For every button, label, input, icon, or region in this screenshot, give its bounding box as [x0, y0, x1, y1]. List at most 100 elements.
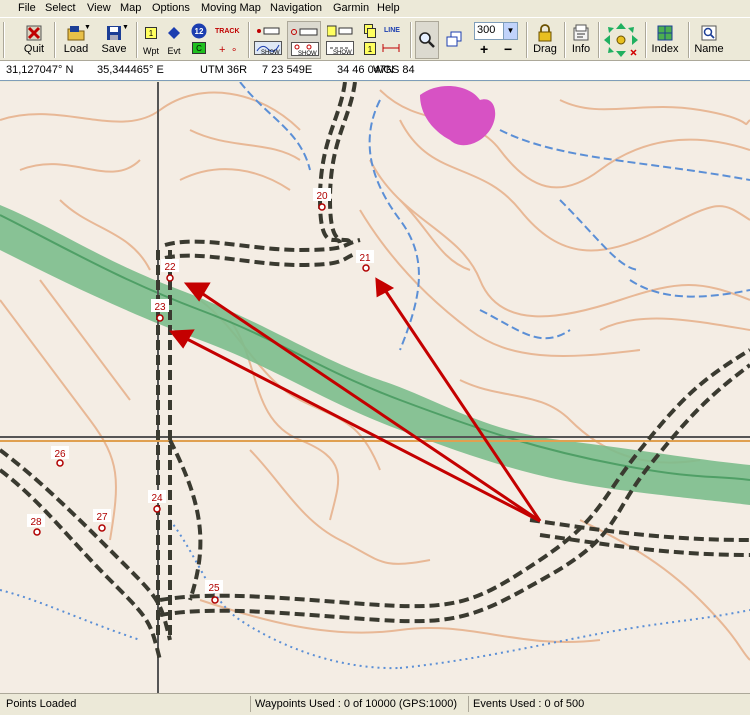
- waypoint-label: 25: [208, 583, 220, 594]
- toolbar-separator: [136, 22, 138, 58]
- route-badge-icon: 12: [191, 23, 207, 39]
- line-label: LINE: [384, 27, 400, 34]
- waypoint-marker[interactable]: [156, 314, 164, 322]
- info-icon: [573, 24, 589, 41]
- toolbar-separator: [645, 22, 647, 58]
- show-events-button[interactable]: SHOW: [324, 21, 356, 59]
- status-events-used: Events Used : 0 of 500: [468, 696, 748, 712]
- menu-map[interactable]: Map: [120, 1, 141, 16]
- event-icon: [168, 27, 180, 39]
- waypoint-label: 26: [54, 449, 66, 460]
- waypoint-marker[interactable]: [362, 264, 370, 272]
- menu-navigation[interactable]: Navigation: [270, 1, 322, 16]
- status-waypoints-used: Waypoints Used : 0 of 10000 (GPS:1000): [250, 696, 466, 712]
- latitude: 31,127047° N: [6, 64, 74, 76]
- show-track-button[interactable]: SHOW: [252, 21, 284, 59]
- name-button[interactable]: Name: [692, 21, 726, 59]
- evt-label: Evt: [167, 46, 181, 56]
- index-label: Index: [651, 43, 679, 55]
- waypoint-label: 22: [164, 262, 176, 273]
- map-canvas[interactable]: 20 21 22 23 24 25 26 27 28: [0, 82, 750, 693]
- waypoint-label: 21: [359, 253, 371, 264]
- load-label: Load: [63, 43, 89, 55]
- track-point-icon: ∘: [231, 45, 238, 56]
- window-tool-button[interactable]: [442, 21, 466, 59]
- copy-icon: [364, 24, 376, 38]
- event-button[interactable]: Evt: [163, 21, 185, 59]
- zoom-level-select[interactable]: 300 ▼: [474, 22, 518, 40]
- pan-arrows-icon: [604, 23, 638, 57]
- menu-select[interactable]: Select: [45, 1, 76, 16]
- menu-moving-map[interactable]: Moving Map: [201, 1, 261, 16]
- toolbar-grip: [3, 22, 5, 58]
- topographic-map[interactable]: 20 21 22 23 24 25 26 27 28: [0, 82, 750, 693]
- toolbar-separator: [410, 22, 412, 58]
- info-label: Info: [571, 43, 591, 55]
- menu-garmin[interactable]: Garmin: [333, 1, 369, 16]
- waypoint-label: 20: [316, 191, 328, 202]
- waypoint-label: 23: [154, 302, 166, 313]
- waypoint-marker[interactable]: [153, 505, 161, 513]
- pan-button[interactable]: [600, 21, 642, 59]
- show-waypoints-button[interactable]: SHOW: [287, 21, 321, 59]
- waypoint-marker[interactable]: [318, 203, 326, 211]
- waypoint-small-icon: 1: [364, 42, 376, 55]
- menu-options[interactable]: Options: [152, 1, 190, 16]
- folder-icon: [67, 26, 85, 41]
- windows-icon: [446, 31, 462, 47]
- show-events-label: SHOW: [333, 50, 352, 56]
- show-waypoints-label: SHOW: [298, 51, 317, 57]
- toolbar-separator: [54, 22, 56, 58]
- event-list-icon: [327, 25, 353, 37]
- drag-button[interactable]: Drag: [530, 21, 560, 59]
- quit-icon: [26, 25, 42, 41]
- toolbar-separator: [564, 22, 566, 58]
- waypoint-marker[interactable]: [56, 459, 64, 467]
- waypoint-button[interactable]: 1 Wpt: [140, 21, 162, 59]
- status-points-loaded: Points Loaded: [6, 698, 77, 710]
- drag-label: Drag: [533, 43, 557, 55]
- route-green-icon: C: [192, 42, 206, 54]
- menu-help[interactable]: Help: [377, 1, 400, 16]
- index-icon: [657, 25, 673, 41]
- load-dropdown-icon[interactable]: ▼: [84, 24, 91, 32]
- toolbar-separator: [526, 22, 528, 58]
- utm-easting: 7 23 549E: [262, 64, 313, 76]
- route-button[interactable]: 12 C: [188, 21, 210, 59]
- quit-button[interactable]: Quit: [20, 21, 48, 59]
- save-label: Save: [101, 43, 127, 55]
- floppy-icon: [107, 26, 121, 40]
- menu-bar: File Select View Map Options Moving Map …: [0, 0, 750, 17]
- waypoint-marker[interactable]: [211, 596, 219, 604]
- track-label: TRACK: [215, 28, 240, 35]
- status-bar: Points Loaded Waypoints Used : 0 of 1000…: [0, 693, 750, 715]
- zoom-in-button[interactable]: +: [480, 42, 488, 56]
- waypoint-marker[interactable]: [166, 274, 174, 282]
- waypoint-label: 27: [96, 512, 108, 523]
- longitude: 35,344465° E: [97, 64, 164, 76]
- waypoint-label: 28: [30, 517, 42, 528]
- menu-file[interactable]: File: [18, 1, 36, 16]
- zoom-tool-button[interactable]: [415, 21, 439, 59]
- utm-zone: UTM 36R: [200, 64, 248, 76]
- track-button[interactable]: TRACK + ∘: [213, 21, 245, 59]
- track-add-icon: +: [219, 44, 226, 56]
- show-track-label: SHOW: [261, 50, 280, 56]
- info-button[interactable]: Info: [567, 21, 595, 59]
- lock-icon: [538, 24, 552, 42]
- menu-view[interactable]: View: [87, 1, 111, 16]
- svg-text:1: 1: [368, 45, 373, 54]
- line-tools-button[interactable]: LINE 1: [360, 21, 404, 59]
- index-button[interactable]: Index: [648, 21, 682, 59]
- zoom-out-button[interactable]: −: [504, 42, 512, 56]
- wpt-label: Wpt: [142, 46, 159, 56]
- svg-text:C: C: [196, 44, 202, 53]
- save-dropdown-icon[interactable]: ▼: [122, 24, 129, 32]
- toolbar-separator: [248, 22, 250, 58]
- waypoint-list-icon: [291, 28, 318, 36]
- name-icon: [701, 25, 717, 41]
- chevron-down-icon[interactable]: ▼: [503, 23, 517, 39]
- waypoint-marker[interactable]: [98, 524, 106, 532]
- svg-text:1: 1: [149, 29, 154, 38]
- waypoint-marker[interactable]: [33, 528, 41, 536]
